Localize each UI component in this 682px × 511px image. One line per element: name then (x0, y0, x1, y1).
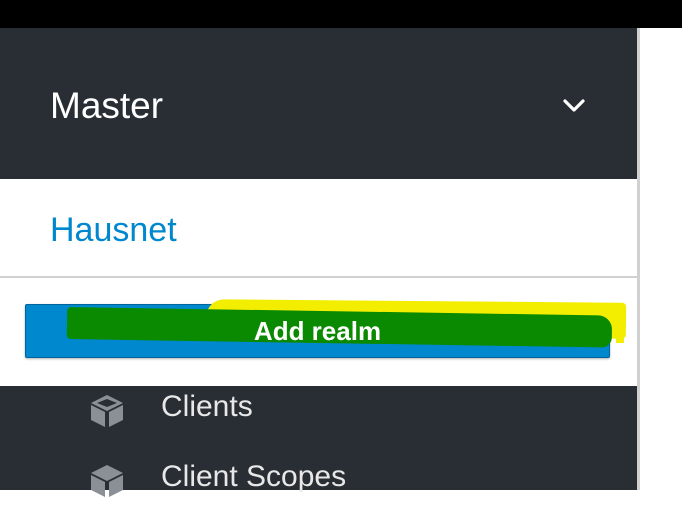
realm-option-hausnet[interactable]: Hausnet (0, 179, 637, 278)
sidebar-item-client-scopes[interactable]: Client Scopes (0, 451, 637, 511)
sidebar-item-label: Client Scopes (161, 460, 347, 493)
sidebar: Master Hausnet Add realm Clients Client … (0, 28, 637, 497)
cubes-icon (91, 465, 123, 497)
realm-dropdown-menu: Hausnet Add realm (0, 179, 637, 386)
sidebar-divider (637, 28, 640, 490)
yellow-highlight-annotation-tail (616, 315, 624, 343)
chevron-down-icon[interactable] (562, 96, 586, 116)
current-realm-name: Master (50, 85, 164, 126)
sidebar-item-label: Clients (161, 390, 253, 423)
realm-option-label: Hausnet (50, 211, 177, 249)
add-realm-label: Add realm (253, 316, 382, 346)
sidebar-item-clients[interactable]: Clients (0, 381, 637, 441)
realm-selector[interactable]: Master (0, 28, 637, 179)
top-bar (0, 0, 682, 28)
cube-icon (91, 395, 123, 427)
add-realm-button[interactable]: Add realm (25, 299, 627, 358)
